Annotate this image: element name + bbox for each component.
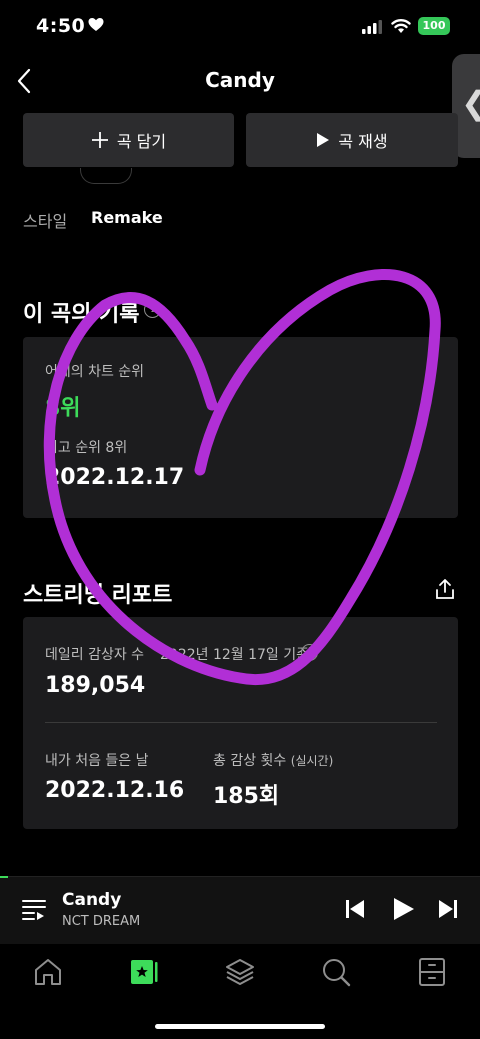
report-section-title: 스트리밍 리포트: [23, 583, 173, 608]
heart-icon: [88, 18, 104, 31]
report-divider: [45, 722, 437, 723]
signal-icon: [362, 20, 382, 34]
playback-progress: [0, 876, 8, 878]
add-button-label: 곡 담기: [116, 132, 167, 151]
best-rank-label: 최고 순위 8위: [45, 440, 128, 456]
first-listen-label: 내가 처음 들은 날: [45, 753, 149, 769]
next-track-icon[interactable]: [437, 898, 459, 920]
home-indicator: [155, 1024, 325, 1029]
play-icon: [317, 133, 330, 147]
style-label: 스타일: [23, 212, 68, 231]
daily-basis-date: 2022년 12월 17일 기준: [160, 647, 310, 663]
play-pause-icon[interactable]: [390, 896, 416, 922]
daily-info-icon[interactable]: i: [301, 644, 318, 661]
record-section-title: 이 곡의 기록: [23, 302, 140, 327]
best-rank-date: 2022.12.17: [45, 465, 185, 490]
page-title: Candy: [205, 68, 275, 92]
share-icon[interactable]: [434, 578, 456, 600]
daily-listeners-label: 데일리 감상자 수: [45, 647, 145, 663]
home-icon[interactable]: [33, 957, 63, 987]
info-icon[interactable]: i: [144, 301, 161, 318]
search-icon[interactable]: [321, 957, 351, 987]
storage-icon[interactable]: [417, 957, 447, 987]
total-plays-note: (실시간): [290, 754, 334, 768]
now-playing-title[interactable]: Candy: [62, 890, 121, 910]
plus-icon: [91, 132, 108, 148]
chevron-left-icon: ❮: [461, 84, 480, 122]
style-value[interactable]: Remake: [91, 208, 163, 227]
add-to-playlist-button[interactable]: 곡 담기: [23, 113, 234, 167]
library-icon[interactable]: [129, 957, 159, 987]
layers-icon[interactable]: [225, 957, 255, 987]
wifi-icon: [391, 19, 411, 33]
tag-pill-partial: [80, 168, 132, 184]
total-plays-value: 185회: [213, 784, 280, 809]
play-button-label: 곡 재생: [338, 132, 388, 151]
total-plays-title: 총 감상 횟수: [213, 753, 287, 769]
now-playing-artist[interactable]: NCT DREAM: [62, 914, 140, 929]
total-plays-label: 총 감상 횟수 (실시간): [213, 750, 333, 770]
yesterday-rank-label: 어제의 차트 순위: [45, 364, 145, 380]
status-time: 4:50: [36, 15, 86, 37]
yesterday-rank-value: 8위: [45, 396, 81, 421]
queue-icon[interactable]: [22, 899, 46, 921]
daily-listeners-value: 189,054: [45, 673, 146, 698]
battery-indicator: 100: [418, 17, 450, 35]
first-listen-value: 2022.12.16: [45, 778, 185, 803]
play-song-button[interactable]: 곡 재생: [246, 113, 458, 167]
previous-track-icon[interactable]: [344, 898, 366, 920]
